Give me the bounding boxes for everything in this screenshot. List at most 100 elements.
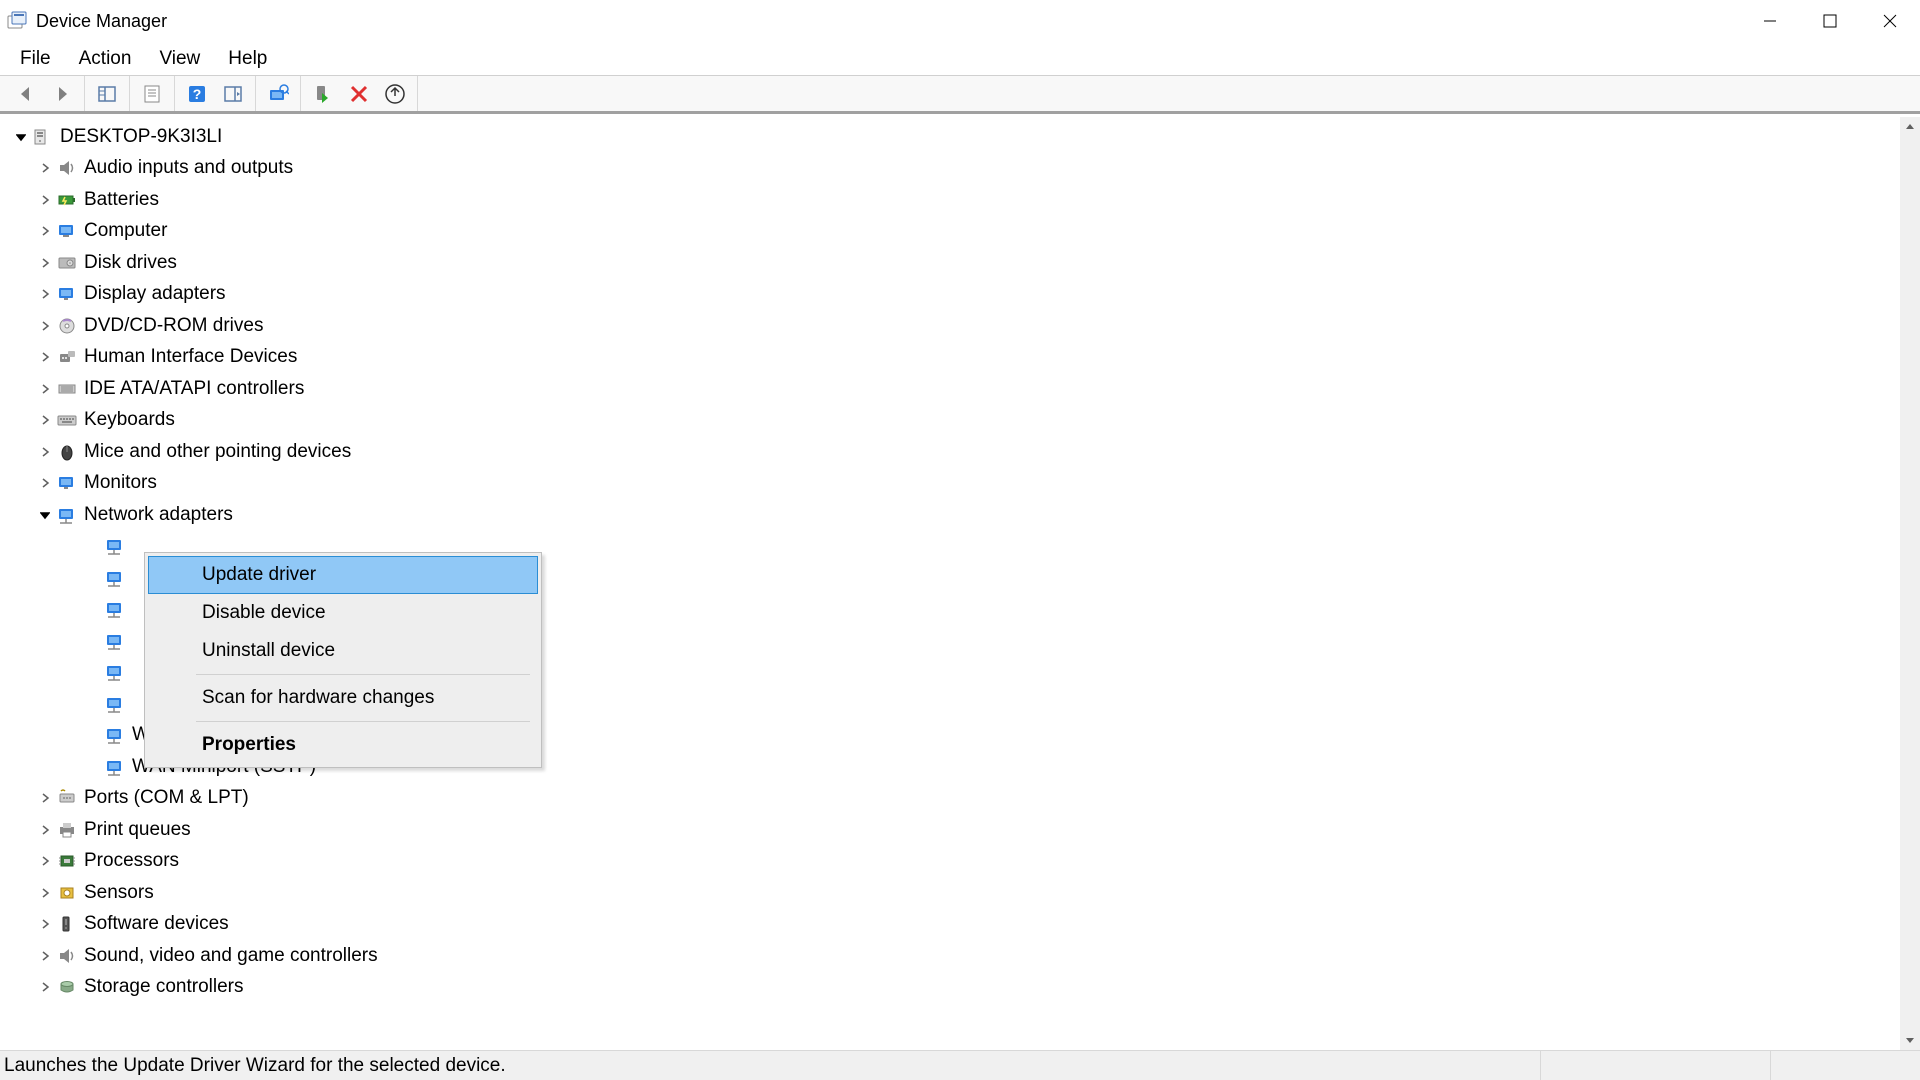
chevron-right-icon[interactable] <box>36 380 54 398</box>
status-cell-3 <box>1770 1051 1920 1080</box>
help-button[interactable]: ? <box>180 79 214 109</box>
ide-icon <box>56 380 78 398</box>
tree-category-label: Audio inputs and outputs <box>84 157 293 179</box>
tree-category[interactable]: Ports (COM & LPT) <box>0 783 1900 815</box>
tree-category[interactable]: Batteries <box>0 184 1900 216</box>
tree-category-label: Network adapters <box>84 504 233 526</box>
properties-button[interactable] <box>135 79 169 109</box>
context-properties[interactable]: Properties <box>148 726 538 764</box>
software-icon <box>56 915 78 933</box>
chevron-right-icon[interactable] <box>36 852 54 870</box>
chevron-right-icon[interactable] <box>36 411 54 429</box>
chevron-right-icon[interactable] <box>36 285 54 303</box>
chevron-down-icon[interactable] <box>36 506 54 524</box>
hid-icon <box>56 348 78 366</box>
dvd-icon <box>56 317 78 335</box>
chevron-down-icon[interactable] <box>12 128 30 146</box>
scan-hardware-button[interactable] <box>261 79 295 109</box>
vertical-scrollbar[interactable] <box>1900 117 1920 1050</box>
tree-category[interactable]: Print queues <box>0 814 1900 846</box>
window-title: Device Manager <box>36 11 167 32</box>
tree-root[interactable]: DESKTOP-9K3I3LI <box>0 121 1900 153</box>
show-hide-console-tree-button[interactable] <box>90 79 124 109</box>
tree-category[interactable]: Storage controllers <box>0 972 1900 1004</box>
chevron-right-icon[interactable] <box>36 474 54 492</box>
battery-icon <box>56 191 78 209</box>
chevron-right-icon[interactable] <box>36 821 54 839</box>
tree-category[interactable]: Mice and other pointing devices <box>0 436 1900 468</box>
update-driver-button[interactable] <box>378 79 412 109</box>
chevron-right-icon[interactable] <box>36 348 54 366</box>
tree-category-label: Human Interface Devices <box>84 346 297 368</box>
network-adapter-icon <box>104 726 126 744</box>
tree-category[interactable]: Network adapters <box>0 499 1900 531</box>
tree-category[interactable]: IDE ATA/ATAPI controllers <box>0 373 1900 405</box>
cpu-icon <box>56 852 78 870</box>
tree-category[interactable]: Display adapters <box>0 279 1900 311</box>
tree-category-label: Sensors <box>84 882 154 904</box>
tree-category-label: Disk drives <box>84 252 177 274</box>
chevron-right-icon[interactable] <box>36 915 54 933</box>
chevron-right-icon[interactable] <box>36 191 54 209</box>
scroll-up-icon[interactable] <box>1900 117 1920 137</box>
tree-category-label: Ports (COM & LPT) <box>84 787 249 809</box>
tree-category[interactable]: Monitors <box>0 468 1900 500</box>
action-pane-button[interactable] <box>216 79 250 109</box>
tree-category[interactable]: Sound, video and game controllers <box>0 940 1900 972</box>
chevron-right-icon[interactable] <box>36 317 54 335</box>
tree-category[interactable]: Keyboards <box>0 405 1900 437</box>
network-adapter-icon <box>104 758 126 776</box>
menu-view[interactable]: View <box>147 44 212 74</box>
tree-category[interactable]: Audio inputs and outputs <box>0 153 1900 185</box>
svg-text:?: ? <box>193 86 202 102</box>
menu-help[interactable]: Help <box>216 44 279 74</box>
chevron-right-icon[interactable] <box>36 789 54 807</box>
tree-category[interactable]: Sensors <box>0 877 1900 909</box>
status-text: Launches the Update Driver Wizard for th… <box>4 1055 1540 1077</box>
forward-button[interactable] <box>45 79 79 109</box>
disk-icon <box>56 254 78 272</box>
close-button[interactable] <box>1860 0 1920 42</box>
chevron-right-icon[interactable] <box>36 884 54 902</box>
tree-category[interactable]: Disk drives <box>0 247 1900 279</box>
tree-category[interactable]: DVD/CD-ROM drives <box>0 310 1900 342</box>
enable-device-button[interactable] <box>306 79 340 109</box>
back-button[interactable] <box>9 79 43 109</box>
context-scan-hardware[interactable]: Scan for hardware changes <box>148 679 538 717</box>
tree-category[interactable]: Processors <box>0 846 1900 878</box>
maximize-button[interactable] <box>1800 0 1860 42</box>
chevron-right-icon[interactable] <box>36 159 54 177</box>
context-update-driver[interactable]: Update driver <box>148 556 538 594</box>
window-controls <box>1740 0 1920 42</box>
tree-category-label: Storage controllers <box>84 976 243 998</box>
tree-category-label: Processors <box>84 850 179 872</box>
keyboard-icon <box>56 411 78 429</box>
tree-category[interactable]: Computer <box>0 216 1900 248</box>
app-icon <box>6 10 28 32</box>
network-adapter-icon <box>104 632 126 650</box>
context-menu: Update driver Disable device Uninstall d… <box>144 552 542 768</box>
tree-category-label: Print queues <box>84 819 191 841</box>
mouse-icon <box>56 443 78 461</box>
chevron-right-icon[interactable] <box>36 222 54 240</box>
context-disable-device[interactable]: Disable device <box>148 594 538 632</box>
tree-category[interactable]: Software devices <box>0 909 1900 941</box>
chevron-right-icon[interactable] <box>36 443 54 461</box>
scroll-down-icon[interactable] <box>1900 1030 1920 1050</box>
menu-action[interactable]: Action <box>67 44 144 74</box>
chevron-right-icon[interactable] <box>36 254 54 272</box>
tree-root-label: DESKTOP-9K3I3LI <box>60 126 222 148</box>
chevron-right-icon[interactable] <box>36 947 54 965</box>
disable-device-button[interactable] <box>342 79 376 109</box>
toolbar: ? <box>0 76 1920 114</box>
audio-icon <box>56 159 78 177</box>
tree-category[interactable]: Human Interface Devices <box>0 342 1900 374</box>
minimize-button[interactable] <box>1740 0 1800 42</box>
tree-category-label: Software devices <box>84 913 229 935</box>
network-adapter-icon <box>104 600 126 618</box>
chevron-right-icon[interactable] <box>36 978 54 996</box>
context-uninstall-device[interactable]: Uninstall device <box>148 632 538 670</box>
tree-category-label: Batteries <box>84 189 159 211</box>
tree-category-label: Computer <box>84 220 167 242</box>
menu-file[interactable]: File <box>8 44 63 74</box>
